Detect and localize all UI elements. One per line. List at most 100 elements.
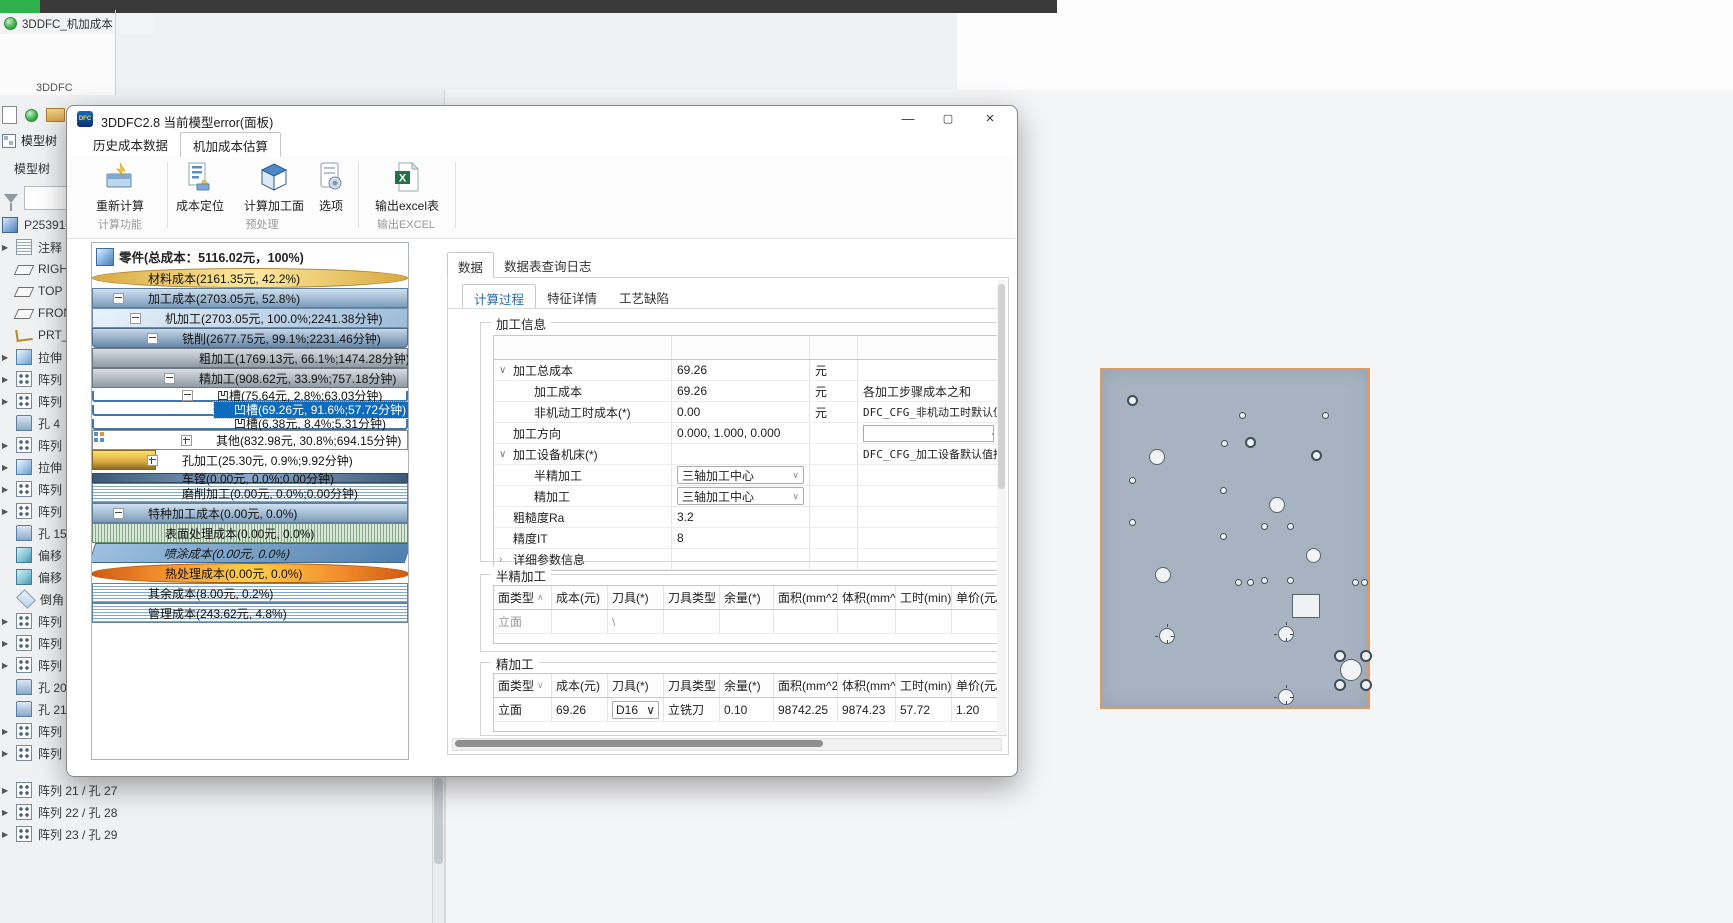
column-header[interactable]: 刀具类型 [664, 586, 720, 609]
tool-dropdown[interactable]: D16∨ [612, 701, 659, 719]
column-header[interactable]: 面积(mm^2) [774, 674, 838, 697]
cost-tree-item[interactable]: 凹槽(6.38元, 8.4%;5.31分钟) [92, 419, 408, 430]
cost-tree-item[interactable]: 孔加工(25.30元, 0.9%;9.92分钟) [92, 450, 156, 470]
cost-tree-item[interactable]: 喷涂成本(0.00元, 0.0%) [91, 543, 409, 563]
expand-arrow-icon[interactable]: ▶ [2, 375, 16, 384]
column-header[interactable]: 体积(mm^3) [838, 674, 896, 697]
table-row[interactable]: 精度IT 8 ∨ [494, 528, 1000, 549]
model-tree-tab[interactable]: 模型树 [2, 132, 57, 149]
expand-arrow-icon[interactable]: ▶ [2, 397, 16, 406]
note-input[interactable]: 修改加工方向 [863, 425, 994, 442]
viewport-toolbar-icon[interactable] [1104, 141, 1121, 158]
minimize-button[interactable]: — [891, 108, 925, 130]
machine-dropdown[interactable]: 三轴加工中心∨ [677, 487, 804, 505]
column-header[interactable]: 成本(元) [552, 674, 608, 697]
cost-tree-item[interactable]: 车镗(0.00元, 0.0%;0.00分钟) [92, 473, 408, 483]
viewport-toolbar-icon[interactable] [1078, 141, 1095, 158]
viewport-toolbar-icon[interactable] [1182, 141, 1199, 158]
recalculate-button[interactable]: 重新计算 [81, 160, 159, 214]
vertical-scrollbar[interactable] [997, 280, 1006, 734]
column-header[interactable]: 体积(mm^3) [838, 586, 896, 609]
expand-arrow-icon[interactable]: ▶ [2, 808, 16, 817]
tab-process-defect[interactable]: 工艺缺陷 [608, 284, 680, 309]
row-expand-icon[interactable]: ∨ [499, 365, 513, 376]
scrollbar-thumb[interactable] [434, 778, 443, 864]
expander-box-icon[interactable] [181, 435, 192, 446]
expand-arrow-icon[interactable]: ▶ [2, 830, 16, 839]
column-header[interactable] [810, 336, 858, 359]
tab-data[interactable]: 数据 [447, 252, 494, 278]
cost-tree-item[interactable]: 其余成本(8.00元, 0.2%) [92, 583, 408, 603]
cost-locate-button[interactable]: 成本定位 [161, 160, 239, 214]
expander-box-icon[interactable] [113, 293, 124, 304]
column-header[interactable]: 刀具(*) [608, 586, 664, 609]
expander-box-icon[interactable] [147, 333, 158, 344]
table-row[interactable]: 加工成本 69.26 ∨ 元 各加工步骤成本之和 [494, 381, 1000, 402]
cost-tree-root[interactable]: 零件(总成本：5116.02元，100%) [92, 243, 408, 268]
new-file-icon[interactable] [2, 106, 17, 124]
expand-arrow-icon[interactable]: ▶ [2, 727, 16, 736]
cost-tree-item[interactable]: 精加工(908.62元, 33.9%;757.18分钟) [92, 368, 408, 388]
scrollbar-thumb[interactable] [455, 740, 823, 747]
column-header[interactable]: 成本(元) [552, 586, 608, 609]
expander-box-icon[interactable] [113, 508, 124, 519]
expand-arrow-icon[interactable]: ▶ [2, 749, 16, 758]
expand-arrow-icon[interactable]: ▶ [2, 617, 16, 626]
column-header[interactable]: 刀具(*) [608, 674, 664, 697]
maximize-button[interactable]: ▢ [931, 108, 965, 130]
open-folder-icon[interactable] [46, 108, 65, 122]
cost-tree-item[interactable]: 机加工(2703.05元, 100.0%;2241.38分钟) [92, 308, 408, 328]
column-header[interactable]: 面类型∧ [494, 586, 552, 609]
model-tree-item[interactable]: ▶ 阵列 23 / 孔 29 [2, 823, 442, 845]
machine-dropdown[interactable]: 三轴加工中心∨ [677, 466, 804, 484]
cost-tree-item[interactable]: 管理成本(243.62元, 4.8%) [92, 603, 408, 623]
column-header[interactable]: 面积(mm^2) [774, 586, 838, 609]
viewport-toolbar-icon[interactable] [1026, 141, 1043, 158]
cost-tree-item[interactable]: 其他(832.98元, 30.8%;694.15分钟) [92, 430, 408, 450]
scrollbar-thumb[interactable] [998, 284, 1005, 489]
viewport-toolbar-icon[interactable] [1156, 141, 1173, 158]
cost-tree-item[interactable]: 材料成本(2161.35元, 42.2%) [92, 268, 408, 288]
table-row[interactable]: 立面 \\∨ [494, 610, 1000, 634]
row-expand-icon[interactable]: ∨ [499, 449, 513, 460]
model-tree-item[interactable]: ▶ 阵列 22 / 孔 28 [2, 801, 442, 823]
column-header[interactable]: 单价(元/min) [952, 674, 1000, 697]
viewport-toolbar-icon[interactable] [1052, 141, 1069, 158]
expander-box-icon[interactable] [130, 313, 141, 324]
expand-arrow-icon[interactable]: ▶ [2, 507, 16, 516]
cost-tree-item[interactable]: 加工成本(2703.05元, 52.8%) [92, 288, 408, 308]
close-button[interactable]: × [973, 108, 1007, 130]
column-header[interactable]: 面类型∨ [494, 674, 552, 697]
expand-arrow-icon[interactable]: ▶ [2, 353, 16, 362]
table-row[interactable]: ∨加工总成本 69.26 ∨ 元 [494, 360, 1000, 381]
expand-arrow-icon[interactable]: ▶ [2, 485, 16, 494]
cost-tree-item[interactable]: 表面处理成本(0.00元, 0.0%) [92, 523, 408, 543]
filter-funnel-icon[interactable] [4, 194, 18, 203]
expand-arrow-icon[interactable]: ▶ [2, 243, 16, 252]
cost-tree-item[interactable]: 磨削加工(0.00元, 0.0%;0.00分钟) [92, 483, 408, 503]
column-header[interactable] [672, 336, 810, 359]
row-expand-icon[interactable]: › [499, 554, 513, 565]
column-header[interactable]: 单价(元/min) [952, 586, 1000, 609]
expand-arrow-icon[interactable]: ▶ [2, 639, 16, 648]
options-button[interactable]: 选项 [299, 160, 363, 214]
export-excel-button[interactable]: X 输出excel表 [365, 160, 449, 214]
column-header[interactable]: 余量(*) [720, 586, 774, 609]
part-plate[interactable] [1100, 368, 1370, 709]
viewport-toolbar-icon[interactable] [1130, 141, 1147, 158]
expander-box-icon[interactable] [147, 455, 158, 466]
expander-box-icon[interactable] [182, 390, 193, 401]
horizontal-scrollbar[interactable] [452, 738, 1002, 751]
table-row[interactable]: ∨加工设备机床(*) ∨ DFC_CFG_加工设备默认值推荐表(D [494, 444, 1000, 465]
table-row[interactable]: ›详细参数信息 ∨ [494, 549, 1000, 570]
table-row[interactable]: 精加工 三轴加工中心∨ [494, 486, 1000, 507]
column-header[interactable]: 工时(min) [896, 674, 952, 697]
viewport-toolbar-icon[interactable] [1286, 141, 1303, 158]
viewport-toolbar-icon[interactable] [1208, 141, 1225, 158]
column-header[interactable] [494, 336, 672, 359]
tab-query-log[interactable]: 数据表查询日志 [494, 252, 602, 278]
tab-history-cost[interactable]: 历史成本数据 [81, 132, 180, 156]
expander-box-icon[interactable] [164, 373, 175, 384]
tab-feature-detail[interactable]: 特征详情 [536, 284, 608, 309]
table-row[interactable]: 立面69.26 D16D16∨ 立铣刀0.1098742.25 9874.235… [494, 698, 1000, 722]
